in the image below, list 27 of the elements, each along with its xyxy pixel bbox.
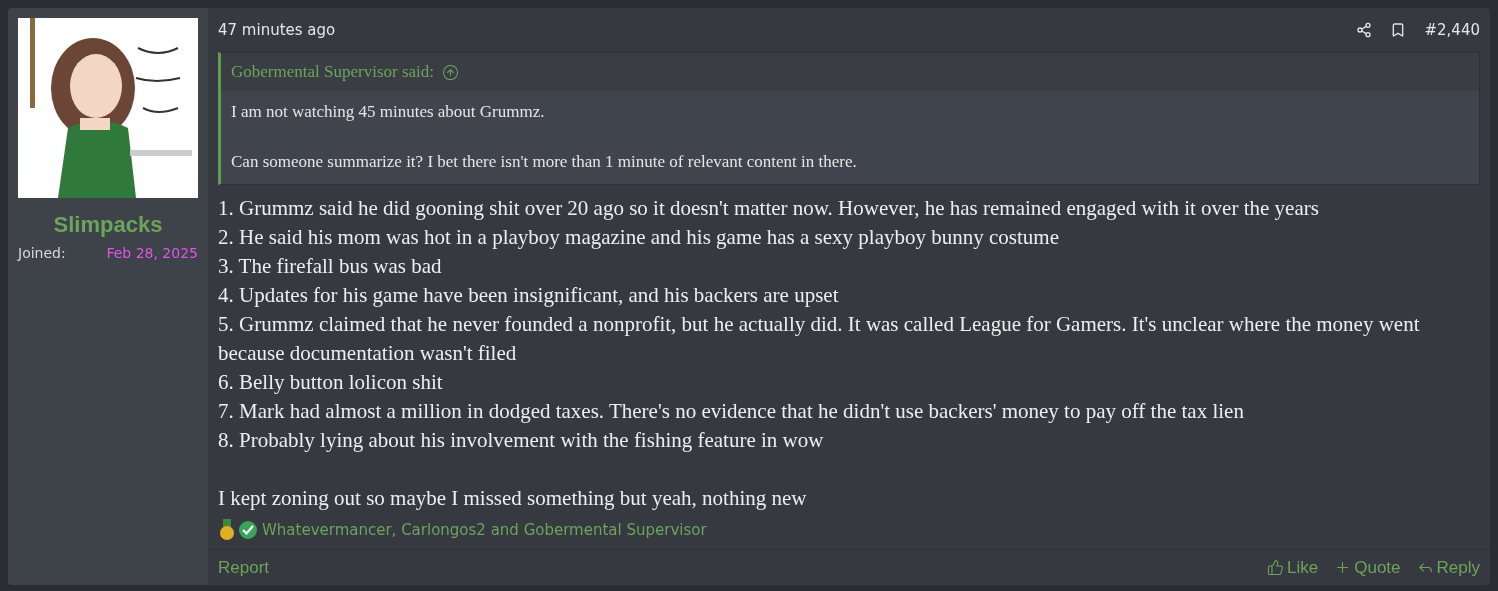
check-icon	[238, 520, 258, 540]
post-closing: I kept zoning out so maybe I missed something but yeah, nothing new	[218, 485, 808, 512]
quote-attribution[interactable]: Gobermental Supervisor said:	[231, 59, 434, 85]
joined-date: Feb 28, 2025	[106, 244, 198, 263]
post-line: 3. The firefall bus was bad	[218, 253, 443, 280]
report-link[interactable]: Report	[218, 554, 270, 581]
jump-to-icon[interactable]	[442, 63, 459, 81]
joined-label: Joined:	[18, 244, 66, 263]
like-button[interactable]: Like	[1267, 554, 1319, 581]
post-line: 2. He said his mom was hot in a playboy magazine and his game has a sexy playboy bunny costume	[218, 224, 1060, 251]
username[interactable]: Slimpacks	[53, 208, 163, 241]
quote-paragraph: I am not watching 45 minutes about Grummz.	[231, 101, 546, 123]
quote-button[interactable]: Quote	[1334, 554, 1401, 581]
quote-paragraph: Can someone summarize it? I bet there isn't more than 1 minute of relevant content in there.	[231, 151, 858, 173]
post-line: 8. Probably lying about his involvement with the fishing feature in wow	[218, 427, 825, 454]
post-number[interactable]: #2,440	[1424, 18, 1480, 42]
post-time[interactable]: 47 minutes ago	[218, 18, 336, 42]
post-line: 7. Mark had almost a million in dodged taxes. There's no evidence that he didn't use backers' money to pay off the tax lien	[218, 398, 1245, 425]
share-icon[interactable]	[1356, 22, 1373, 38]
post-line: 6. Belly button lolicon shit	[218, 369, 444, 396]
medal-icon	[218, 519, 236, 541]
thumbs-up-icon	[1267, 559, 1285, 576]
post-line: 5. Grummz claimed that he never founded a nonprofit, but he actually did. It was called League for Gamers. It's unclear where the money went because documentation wasn't filed	[218, 311, 1420, 367]
reply-button[interactable]: Reply	[1416, 554, 1480, 581]
post-line: 4. Updates for his game have been insignificant, and his backers are upset	[218, 282, 840, 309]
reaction-users[interactable]: Whatevermancer, Carlongos2 and Gobermental Supervisor	[262, 518, 707, 542]
post-line: 1. Grummz said he did gooning shit over 20 ago so it doesn't matter now. However, he has remained engaged with it over the years	[218, 195, 1320, 222]
